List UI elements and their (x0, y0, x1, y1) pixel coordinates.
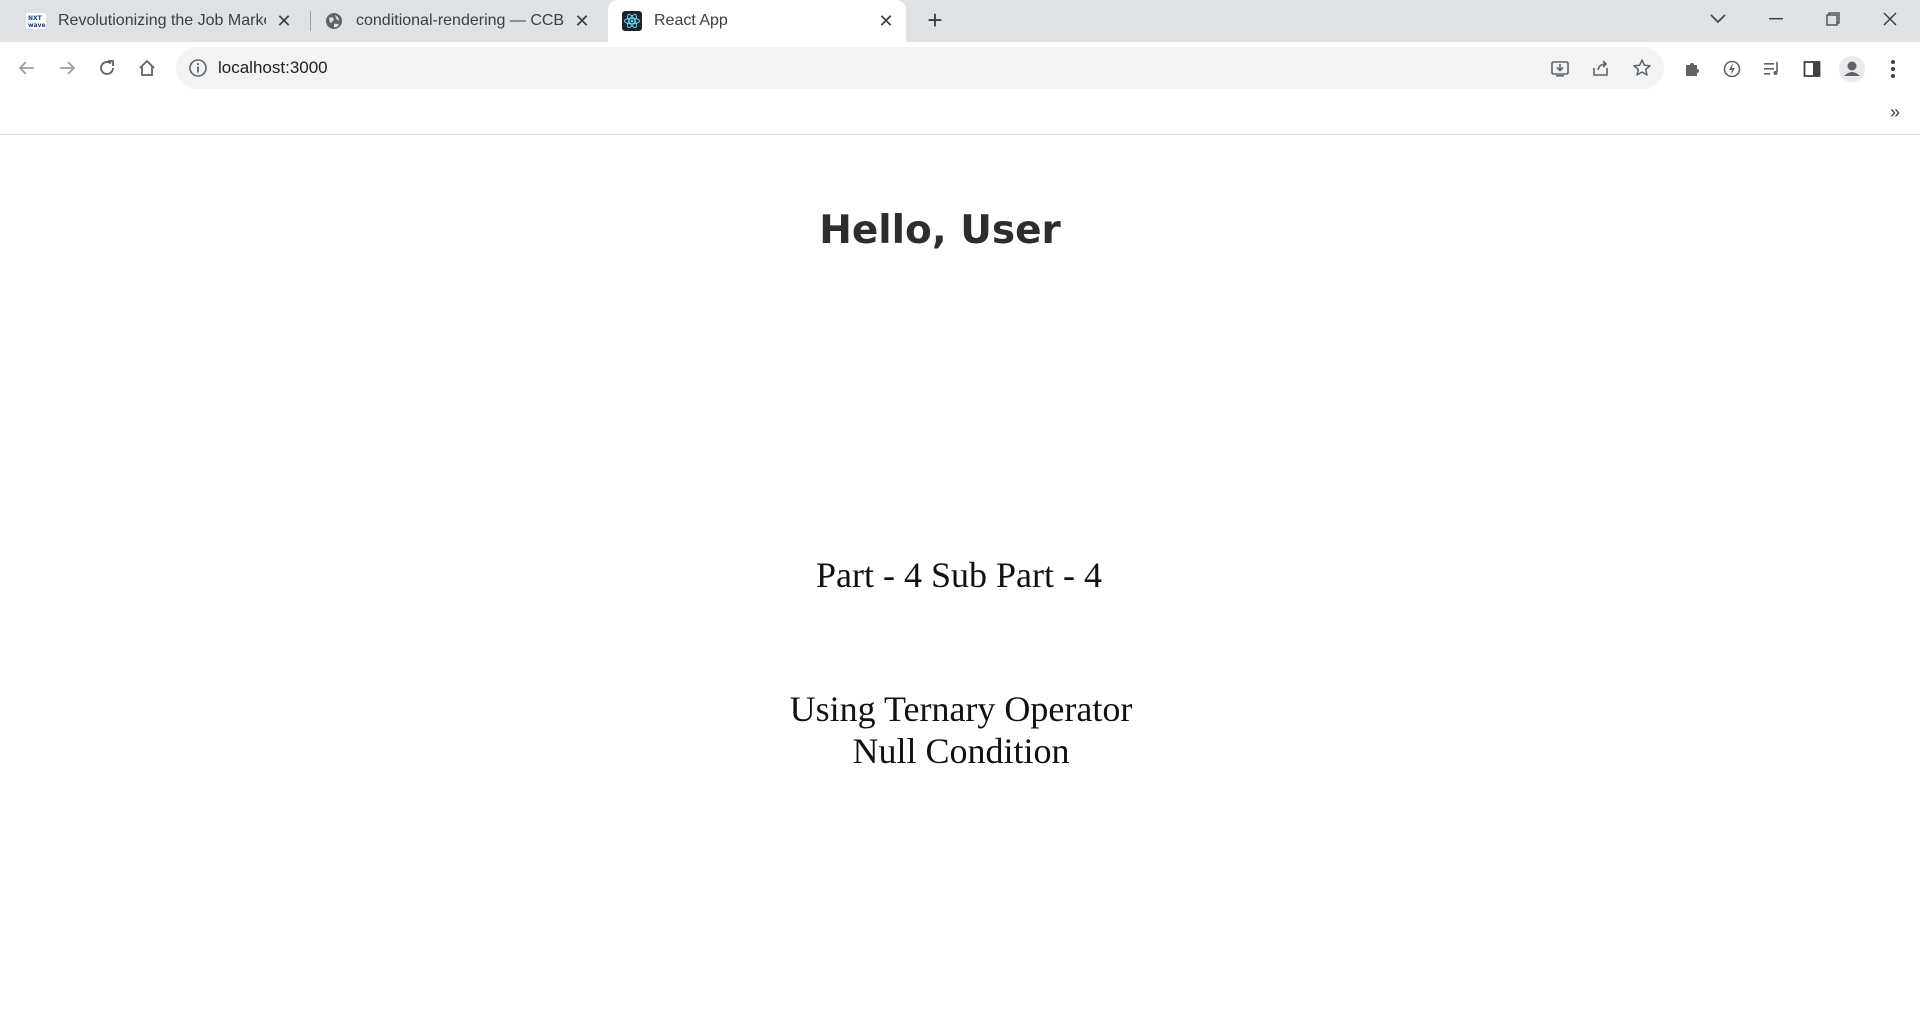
greeting-heading: Hello, User (819, 208, 1061, 253)
tab-title: React App (654, 12, 728, 29)
media-queue-icon[interactable] (1759, 56, 1785, 82)
tab-title: Revolutionizing the Job Market | (58, 12, 266, 29)
close-window-button[interactable] (1862, 0, 1918, 38)
site-info-icon[interactable] (188, 58, 208, 78)
tab-title: conditional-rendering — CCBP ID (356, 12, 564, 29)
reload-button[interactable] (91, 52, 123, 84)
url-text: localhost:3000 (218, 58, 328, 77)
tab-strip: NXT wave Revolutionizing the Job Market |… (0, 0, 1920, 42)
chevron-down-icon (1710, 14, 1726, 24)
svg-text:wave: wave (28, 22, 46, 29)
ternary-line-1: Using Ternary Operator (789, 689, 1133, 729)
page-content: Hello, User Part - 4 Sub Part - 4 Using … (0, 136, 1920, 1015)
bookmarks-overflow-button[interactable]: » (1890, 102, 1900, 123)
menu-kebab-icon[interactable] (1880, 56, 1906, 82)
side-panel-icon[interactable] (1799, 56, 1825, 82)
profile-avatar-icon[interactable] (1839, 56, 1865, 82)
arrow-left-icon (18, 61, 34, 75)
back-button[interactable] (11, 52, 43, 84)
bookmark-star-icon[interactable] (1630, 56, 1654, 80)
close-tab-icon[interactable]: ✕ (876, 11, 896, 31)
extensions-puzzle-icon[interactable] (1679, 56, 1705, 82)
home-icon (139, 59, 155, 76)
react-logo-icon (622, 11, 642, 31)
home-button[interactable] (131, 52, 163, 84)
nxtwave-logo-icon: NXT wave (26, 11, 46, 31)
arrow-right-icon (60, 61, 76, 75)
install-app-icon[interactable] (1548, 56, 1572, 80)
svg-text:NXT: NXT (28, 15, 43, 22)
browser-toolbar: localhost:3000 (0, 42, 1920, 94)
restore-icon (1826, 12, 1840, 26)
globe-icon (324, 11, 344, 31)
tab-react-app[interactable]: React App ✕ (608, 0, 906, 42)
close-tab-icon[interactable]: ✕ (274, 11, 294, 31)
extension-bolt-icon[interactable] (1719, 56, 1745, 82)
bookmarks-bar: » (0, 94, 1920, 135)
restore-button[interactable] (1805, 0, 1861, 38)
minimize-button[interactable] (1748, 0, 1804, 38)
tab-search-button[interactable] (1690, 0, 1746, 38)
close-tab-icon[interactable]: ✕ (572, 11, 592, 31)
ternary-line-2: Null Condition (852, 731, 1070, 771)
address-bar[interactable]: localhost:3000 (176, 47, 1664, 89)
close-icon (1883, 12, 1897, 26)
reload-icon (100, 60, 114, 75)
tab-conditional-rendering[interactable]: conditional-rendering — CCBP ID ✕ (312, 0, 602, 42)
part-heading: Part - 4 Sub Part - 4 (816, 555, 1102, 595)
minimize-icon (1769, 18, 1783, 20)
tab-job-market[interactable]: NXT wave Revolutionizing the Job Market |… (14, 0, 304, 42)
tab-separator (310, 11, 311, 31)
new-tab-button[interactable]: + (922, 7, 948, 34)
share-icon[interactable] (1589, 56, 1613, 80)
forward-button[interactable] (51, 52, 83, 84)
ternary-message: Using Ternary Operator Null Condition (0, 688, 1920, 772)
